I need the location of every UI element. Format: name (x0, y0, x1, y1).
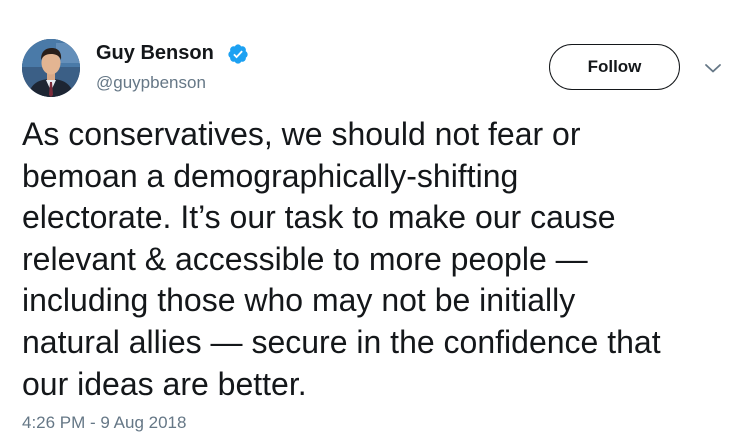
tweet-timestamp[interactable]: 4:26 PM - 9 Aug 2018 (22, 413, 186, 433)
avatar[interactable] (22, 39, 80, 97)
tweet-card: Guy Benson @guypbenson Follow As conserv… (0, 0, 740, 443)
author-display-name[interactable]: Guy Benson (96, 42, 214, 65)
chevron-down-icon[interactable] (704, 62, 722, 74)
author-handle[interactable]: @guypbenson (96, 73, 206, 93)
avatar-photo-icon (22, 39, 80, 97)
verified-badge-icon (228, 44, 248, 64)
tweet-text: As conservatives, we should not fear or … (22, 116, 661, 402)
follow-button[interactable]: Follow (549, 44, 680, 90)
